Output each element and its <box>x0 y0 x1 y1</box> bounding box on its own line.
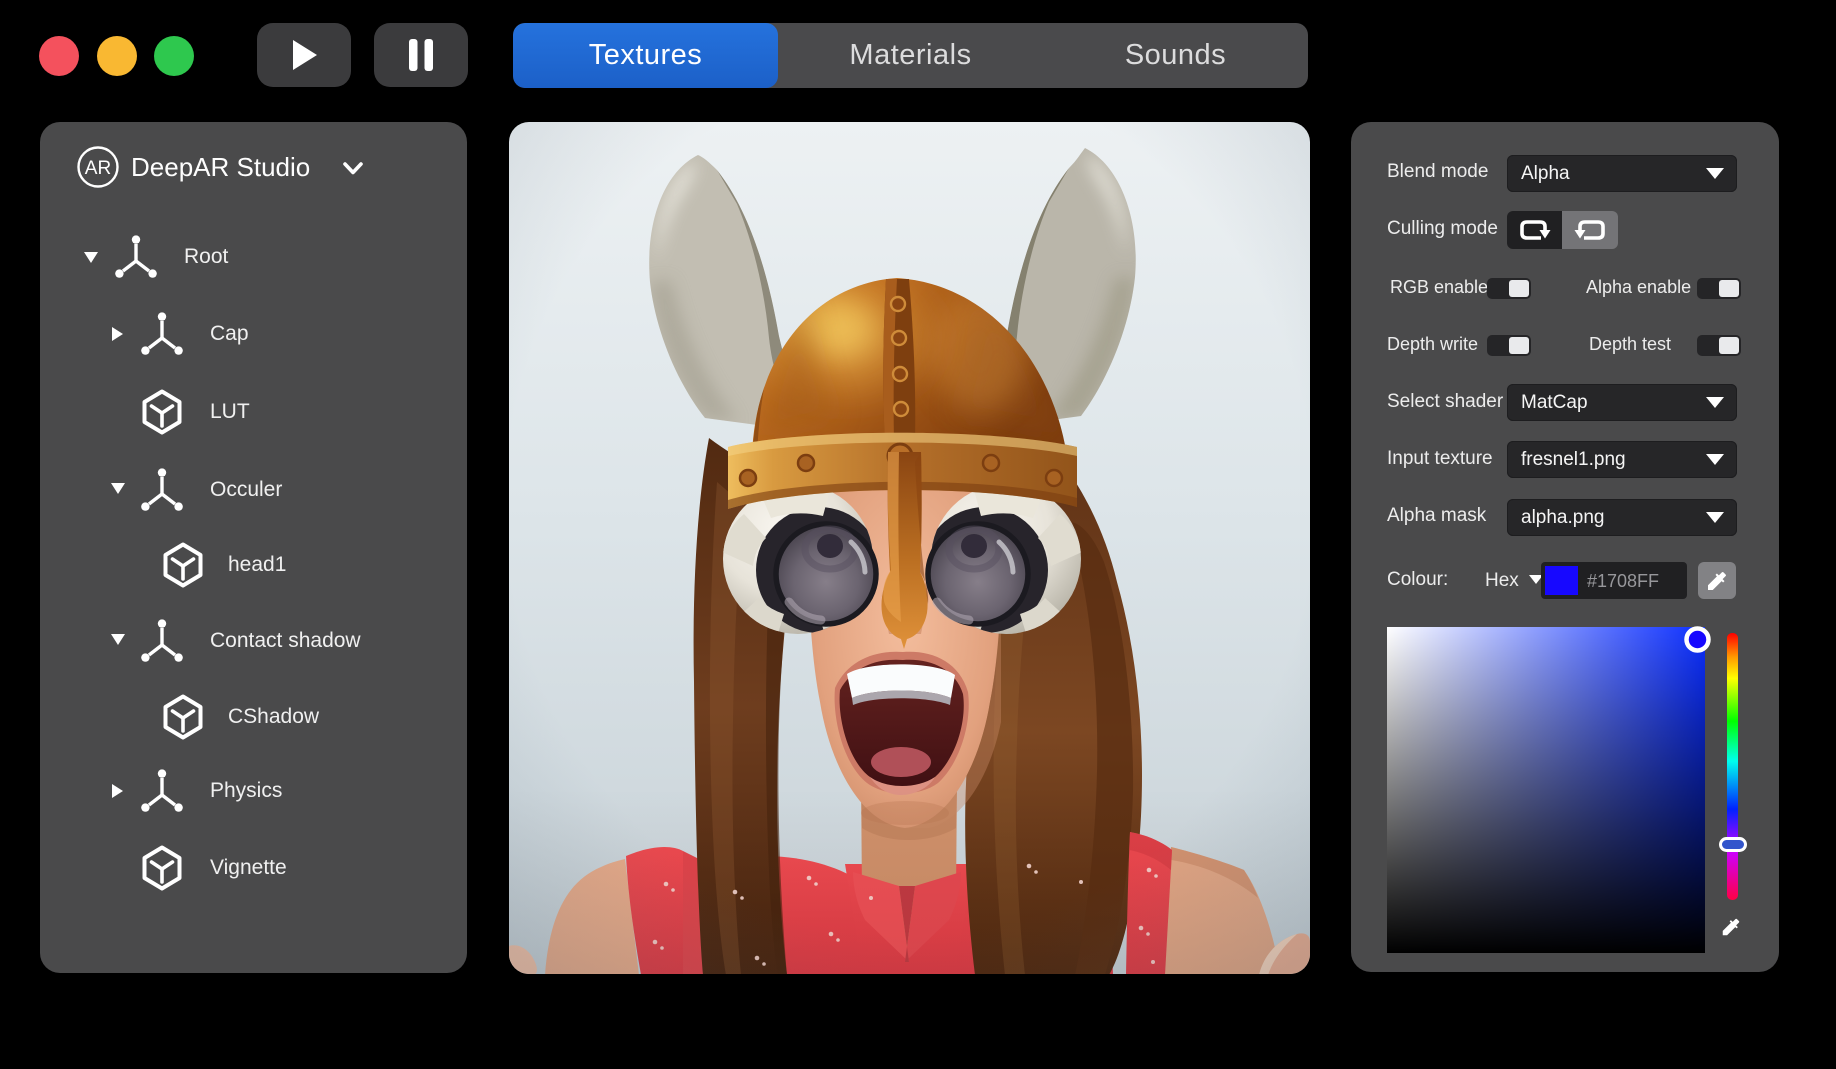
svg-text:AR: AR <box>85 158 111 179</box>
